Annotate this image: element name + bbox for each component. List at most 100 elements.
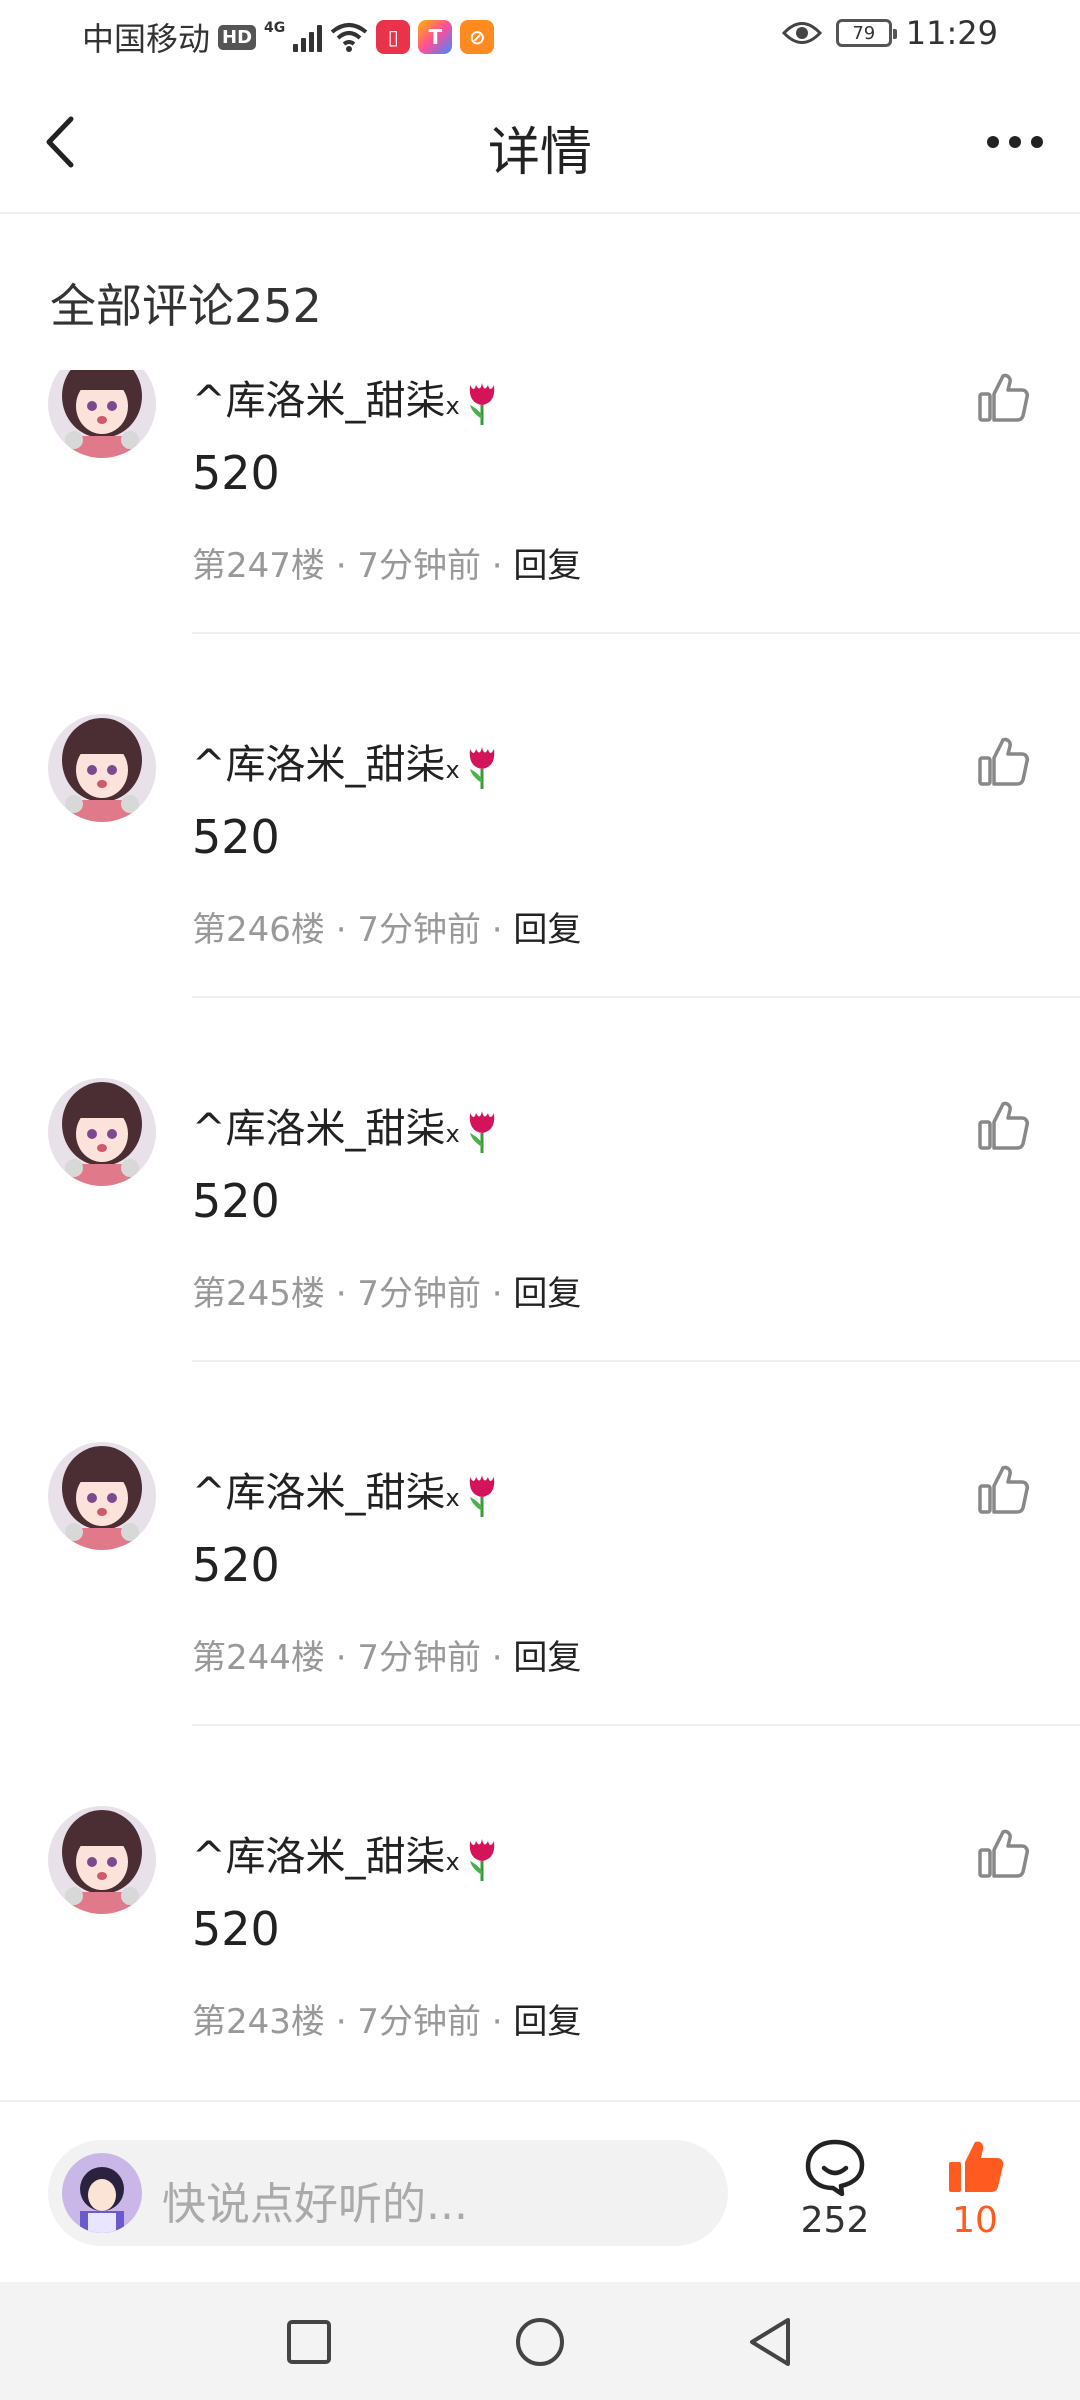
comment-time: 7分钟前	[357, 1638, 481, 1678]
comment-username[interactable]: ^库洛米_甜柒x	[192, 1824, 500, 1883]
clock: 11:29	[905, 14, 998, 52]
comment-count-button[interactable]: 252	[800, 2138, 870, 2241]
username-suffix: x	[445, 756, 460, 784]
system-back-button[interactable]	[740, 2312, 800, 2372]
comment-list[interactable]: ^库洛米_甜柒x 520 第247楼 · 7分钟前 · 回复 ^库洛米_甜柒x 520 第…	[0, 370, 1080, 2095]
hd-badge: HD	[218, 24, 257, 50]
recent-apps-icon	[287, 2320, 331, 2364]
user-avatar[interactable]	[48, 714, 156, 822]
comment-input[interactable]: 快说点好听的...	[48, 2140, 728, 2246]
like-button[interactable]	[976, 1828, 1030, 1882]
thumbs-up-icon	[978, 1465, 1029, 1514]
username-text: ^库洛米_甜柒	[192, 1106, 446, 1152]
like-button[interactable]	[976, 372, 1030, 426]
floor-number: 第245楼	[192, 1274, 325, 1314]
comment-divider	[192, 1360, 1080, 1362]
signal-icon	[293, 22, 323, 52]
comment-username[interactable]: ^库洛米_甜柒x	[192, 370, 500, 427]
floor-number: 第243楼	[192, 2002, 325, 2042]
more-icon-dot	[1031, 136, 1043, 148]
comment-meta: 第244楼 · 7分钟前 · 回复	[192, 1630, 581, 1679]
like-button[interactable]	[976, 736, 1030, 790]
comment-time: 7分钟前	[357, 910, 481, 950]
floor-number: 第246楼	[192, 910, 325, 950]
reply-button[interactable]: 回复	[513, 1638, 581, 1678]
like-count-button[interactable]: 10	[940, 2138, 1010, 2241]
eye-icon	[781, 22, 822, 44]
meta-separator: ·	[324, 546, 358, 586]
meta-separator: ·	[480, 910, 514, 950]
username-suffix: x	[445, 1484, 460, 1512]
comment-meta: 第246楼 · 7分钟前 · 回复	[192, 902, 581, 951]
comments-section-title: 全部评论252	[50, 279, 322, 333]
app-notification-icon: T	[418, 20, 453, 54]
username-suffix: x	[445, 1848, 460, 1876]
like-button[interactable]	[976, 1464, 1030, 1518]
comment-content: 520	[192, 1538, 280, 1592]
like-button[interactable]	[976, 1100, 1030, 1154]
meta-separator: ·	[480, 2002, 514, 2042]
comment-item[interactable]: ^库洛米_甜柒x 520 第247楼 · 7分钟前 · 回复	[0, 370, 1080, 714]
home-icon	[516, 2318, 564, 2366]
comment-time: 7分钟前	[357, 2002, 481, 2042]
floor-number: 第244楼	[192, 1638, 325, 1678]
more-button[interactable]	[980, 112, 1050, 172]
thumbs-up-icon	[978, 737, 1029, 786]
meta-separator: ·	[324, 910, 358, 950]
user-avatar[interactable]	[48, 370, 156, 458]
user-avatar[interactable]	[48, 1806, 156, 1914]
top-nav-bar: 详情	[0, 72, 1080, 214]
reply-button[interactable]: 回复	[513, 1274, 581, 1314]
comment-item[interactable]: ^库洛米_甜柒x 520 第246楼 · 7分钟前 · 回复	[0, 714, 1080, 1078]
comment-time: 7分钟前	[357, 1274, 481, 1314]
tulip-icon	[469, 1111, 494, 1153]
username-suffix: x	[445, 392, 460, 420]
more-icon-dot	[1009, 136, 1021, 148]
reply-button[interactable]: 回复	[513, 910, 581, 950]
tulip-icon	[469, 383, 494, 425]
comment-time: 7分钟前	[357, 546, 481, 586]
comment-divider	[192, 996, 1080, 998]
comment-item[interactable]: ^库洛米_甜柒x 520 第245楼 · 7分钟前 · 回复	[0, 1078, 1080, 1442]
comment-content: 520	[192, 446, 280, 500]
thumbs-up-icon	[978, 373, 1029, 422]
meta-separator: ·	[480, 1638, 514, 1678]
network-type: 4G	[264, 20, 286, 36]
home-button[interactable]	[510, 2312, 570, 2372]
comment-divider	[192, 1724, 1080, 1726]
tulip-icon	[469, 1475, 494, 1517]
system-navigation-bar	[0, 2282, 1080, 2400]
reply-button[interactable]: 回复	[513, 2002, 581, 2042]
bottom-action-bar: 快说点好听的... 252 10	[0, 2100, 1080, 2282]
comment-content: 520	[192, 1902, 280, 1956]
meta-separator: ·	[324, 1274, 358, 1314]
tulip-icon	[469, 747, 494, 789]
comment-meta: 第243楼 · 7分钟前 · 回复	[192, 1994, 581, 2043]
floor-number: 第247楼	[192, 546, 325, 586]
comment-input-placeholder: 快说点好听的...	[162, 2179, 468, 2230]
reply-button[interactable]: 回复	[513, 546, 581, 586]
user-avatar[interactable]	[48, 1078, 156, 1186]
back-triangle-icon	[750, 2318, 790, 2366]
comment-username[interactable]: ^库洛米_甜柒x	[192, 1096, 500, 1155]
thumbs-up-icon	[978, 1829, 1029, 1878]
username-text: ^库洛米_甜柒	[192, 378, 446, 424]
app-notification-icon: ▯	[376, 20, 411, 54]
username-text: ^库洛米_甜柒	[192, 1470, 446, 1516]
comment-container: ^库洛米_甜柒x 520 第247楼 · 7分钟前 · 回复 ^库洛米_甜柒x 520 第…	[0, 370, 1080, 2095]
user-avatar[interactable]	[48, 1442, 156, 1550]
status-right: 79 11:29	[781, 14, 998, 52]
comment-username[interactable]: ^库洛米_甜柒x	[192, 1460, 500, 1519]
comment-username[interactable]: ^库洛米_甜柒x	[192, 732, 500, 791]
battery-icon: 79	[835, 19, 897, 47]
wifi-icon	[330, 23, 368, 52]
comment-item[interactable]: ^库洛米_甜柒x 520 第244楼 · 7分钟前 · 回复	[0, 1442, 1080, 1806]
comment-content: 520	[192, 1174, 280, 1228]
recent-apps-button[interactable]	[279, 2312, 339, 2372]
meta-separator: ·	[480, 546, 514, 586]
comment-item[interactable]: ^库洛米_甜柒x 520 第243楼 · 7分钟前 · 回复	[0, 1806, 1080, 2095]
meta-separator: ·	[480, 1274, 514, 1314]
comment-meta: 第245楼 · 7分钟前 · 回复	[192, 1266, 581, 1315]
comment-count: 252	[800, 2200, 870, 2241]
status-bar: 中国移动 HD 4G ▯ T ⊘ 79 11:29	[0, 0, 1080, 72]
